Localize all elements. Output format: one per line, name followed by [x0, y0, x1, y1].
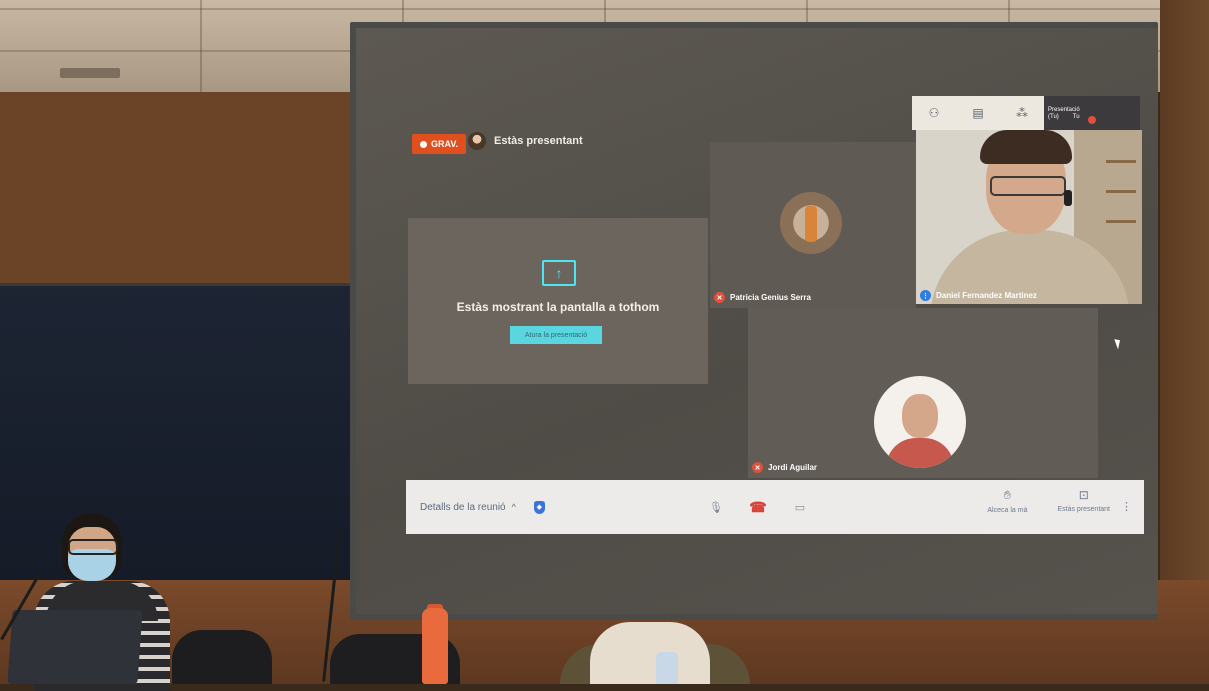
present-label: Estàs presentant — [1057, 506, 1110, 513]
headset — [1064, 190, 1072, 206]
wood-wall — [0, 92, 360, 292]
participant-name: Jordi Aguilar — [768, 463, 818, 472]
participant-name: Patricia Genius Serra — [730, 293, 811, 302]
mic-off-icon: ✕ — [714, 292, 725, 303]
avatar-face — [902, 394, 938, 438]
present-button[interactable]: ⊡ Estàs presentant — [1057, 488, 1110, 514]
more-options-icon[interactable]: ⋮ — [1121, 500, 1132, 513]
self-preview-tile[interactable]: Presentació (Tu) Tu — [1044, 96, 1140, 130]
participant-name-label: ✕ Jordi Aguilar — [752, 462, 817, 473]
participant-tile-patricia[interactable]: ✕ Patricia Genius Serra — [710, 142, 916, 308]
presenting-status-text: Estàs presentant — [494, 135, 583, 147]
bookshelf — [1106, 190, 1136, 193]
top-toolbar: ⚇ ▤ ⁂ Presentació (Tu) Tu — [912, 96, 1140, 130]
chat-icon[interactable]: ▤ — [956, 96, 1000, 130]
projected-meeting-screen: GRAV. Estàs presentant ↑ Estàs mostrant … — [356, 28, 1158, 614]
shield-icon[interactable]: ◆ — [533, 500, 545, 514]
mic-off-icon — [1088, 116, 1096, 124]
record-dot-icon — [420, 140, 427, 148]
presentation-tile: ↑ Estàs mostrant la pantalla a tothom At… — [408, 218, 708, 384]
ceiling-vent — [60, 68, 120, 78]
speaking-indicator-icon: ⋮ — [920, 290, 931, 301]
mic-off-icon: ✕ — [752, 462, 763, 473]
avatar — [780, 192, 842, 254]
participant-tile-jordi[interactable]: ✕ Jordi Aguilar — [748, 308, 1098, 478]
water-bottle — [422, 608, 448, 684]
hang-up-icon[interactable]: ☎︎ — [749, 499, 766, 515]
avatar — [468, 132, 486, 150]
bookshelf — [1106, 160, 1136, 163]
people-icon[interactable]: ⚇ — [912, 96, 956, 130]
raise-hand-button[interactable]: ✋︎ Alceca la mà — [987, 488, 1027, 514]
participant-tile-daniel[interactable]: ⋮ Daniel Fernandez Martinez — [916, 130, 1142, 304]
microphone-icon[interactable]: 🎙︎ — [708, 499, 724, 515]
recording-badge: GRAV. — [412, 134, 467, 154]
recording-label: GRAV. — [431, 139, 459, 149]
participant-video-hair — [980, 130, 1072, 164]
meeting-details-button[interactable]: Detalls de la reunió ^ — [420, 502, 516, 513]
call-controls: 🎙︎ ☎︎ ▭ — [708, 480, 808, 534]
plastic-water-bottle — [656, 652, 678, 684]
avatar — [874, 376, 966, 468]
avatar-body — [886, 438, 954, 468]
mouse-cursor-icon — [1114, 337, 1123, 350]
activities-icon[interactable]: ⁂ — [1000, 96, 1044, 130]
chevron-up-icon: ^ — [511, 502, 516, 512]
participant-video-glasses — [990, 176, 1066, 196]
present-screen-icon: ↑ — [542, 260, 576, 286]
camera-icon[interactable]: ▭ — [792, 499, 808, 515]
bottom-control-bar: Detalls de la reunió ^ ◆ 🎙︎ ☎︎ ▭ ✋︎ Alce… — [406, 480, 1144, 534]
meeting-details-label: Detalls de la reunió — [420, 501, 506, 513]
participant-name: Daniel Fernandez Martinez — [936, 291, 1037, 300]
present-screen-icon: ⊡ — [1078, 488, 1089, 502]
raise-hand-label: Alceca la mà — [987, 507, 1028, 514]
self-tile-label: Presentació — [1048, 106, 1080, 113]
self-tile-you-short: Tu — [1072, 113, 1080, 120]
participant-name-label: ✕ Patricia Genius Serra — [714, 292, 811, 303]
presentation-message: Estàs mostrant la pantalla a tothom — [456, 300, 660, 314]
side-controls: ✋︎ Alceca la mà ⊡ Estàs presentant — [987, 488, 1110, 514]
participant-name-label: ⋮ Daniel Fernandez Martinez — [920, 290, 1037, 301]
hand-icon: ✋︎ — [1004, 488, 1011, 502]
bookshelf — [1106, 220, 1136, 223]
chair — [172, 630, 272, 684]
presenter-status: Estàs presentant — [468, 132, 583, 150]
self-tile-you: (Tu) — [1048, 113, 1059, 120]
stop-presenting-button[interactable]: Atura la presentació — [510, 326, 602, 344]
laptop — [7, 610, 143, 684]
fleece-jacket — [590, 622, 710, 684]
glasses — [68, 539, 118, 555]
